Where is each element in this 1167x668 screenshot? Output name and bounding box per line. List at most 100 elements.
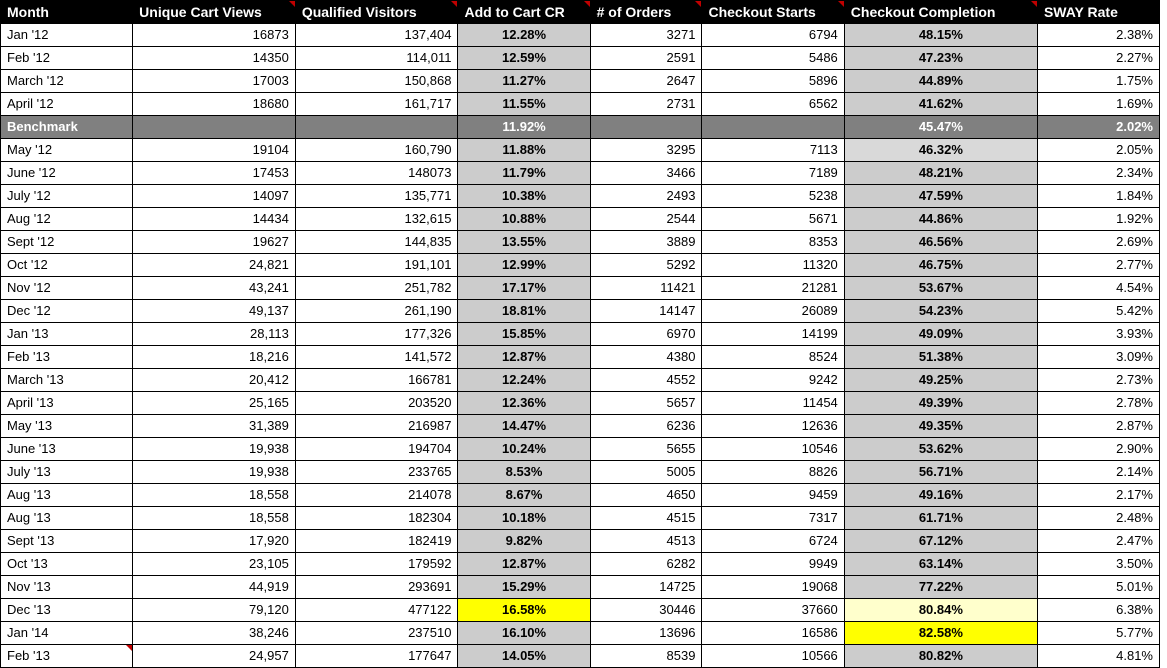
table-row: Aug '1214434132,61510.88%2544567144.86%1…: [1, 208, 1160, 231]
cell: 4552: [590, 369, 702, 392]
cell: 49.16%: [844, 484, 1037, 507]
comment-indicator-icon: [289, 1, 295, 7]
cell: 214078: [295, 484, 458, 507]
cell: 6562: [702, 93, 844, 116]
cell: 137,404: [295, 24, 458, 47]
cell: 13696: [590, 622, 702, 645]
cell: [590, 116, 702, 139]
cell: 12.28%: [458, 24, 590, 47]
cell: 9.82%: [458, 530, 590, 553]
col-header: Checkout Completion: [844, 1, 1037, 24]
cell: 5.42%: [1037, 300, 1159, 323]
cell: May '13: [1, 415, 133, 438]
cell: 14199: [702, 323, 844, 346]
table-row: Oct '1224,821191,10112.99%52921132046.75…: [1, 254, 1160, 277]
cell: 3295: [590, 139, 702, 162]
cell: 10.88%: [458, 208, 590, 231]
cell: 2544: [590, 208, 702, 231]
cell: 8524: [702, 346, 844, 369]
cell: 48.15%: [844, 24, 1037, 47]
cell: 2493: [590, 185, 702, 208]
table-row: Aug '1318,5582140788.67%4650945949.16%2.…: [1, 484, 1160, 507]
cell: 43,241: [133, 277, 296, 300]
cell: 2.02%: [1037, 116, 1159, 139]
cell: 49.09%: [844, 323, 1037, 346]
cell: 9459: [702, 484, 844, 507]
cell: 15.85%: [458, 323, 590, 346]
table-row: June '1319,93819470410.24%56551054653.62…: [1, 438, 1160, 461]
cell: Feb '13: [1, 346, 133, 369]
cell: July '12: [1, 185, 133, 208]
cell: 23,105: [133, 553, 296, 576]
cell: 6282: [590, 553, 702, 576]
cell: 8.53%: [458, 461, 590, 484]
cell: 19,938: [133, 461, 296, 484]
cell: 14097: [133, 185, 296, 208]
cell: 12636: [702, 415, 844, 438]
cell: 233765: [295, 461, 458, 484]
cell: 148073: [295, 162, 458, 185]
cell: 19068: [702, 576, 844, 599]
cell: 18680: [133, 93, 296, 116]
table-row: Feb '1318,216141,57212.87%4380852451.38%…: [1, 346, 1160, 369]
col-header: # of Orders: [590, 1, 702, 24]
cell: 17003: [133, 70, 296, 93]
header-row: MonthUnique Cart ViewsQualified Visitors…: [1, 1, 1160, 24]
cell: 141,572: [295, 346, 458, 369]
cell: Oct '13: [1, 553, 133, 576]
cell: 16.58%: [458, 599, 590, 622]
table-row: March '1217003150,86811.27%2647589644.89…: [1, 70, 1160, 93]
cell: 2.48%: [1037, 507, 1159, 530]
cell: 261,190: [295, 300, 458, 323]
cell: 79,120: [133, 599, 296, 622]
cell: 11320: [702, 254, 844, 277]
cell: 80.82%: [844, 645, 1037, 668]
cell: 14.47%: [458, 415, 590, 438]
cell: 14725: [590, 576, 702, 599]
cell: 177,326: [295, 323, 458, 346]
cell: 10546: [702, 438, 844, 461]
cell: 2.38%: [1037, 24, 1159, 47]
table-row: June '121745314807311.79%3466718948.21%2…: [1, 162, 1160, 185]
comment-indicator-icon: [126, 645, 132, 651]
cell: 12.87%: [458, 346, 590, 369]
cell: Nov '13: [1, 576, 133, 599]
cell: Dec '13: [1, 599, 133, 622]
cell: 216987: [295, 415, 458, 438]
cell: 9242: [702, 369, 844, 392]
cell: 54.23%: [844, 300, 1037, 323]
cell: 49.25%: [844, 369, 1037, 392]
cell: 47.23%: [844, 47, 1037, 70]
table-row: April '1325,16520352012.36%56571145449.3…: [1, 392, 1160, 415]
cell: Sept '12: [1, 231, 133, 254]
cell: 8826: [702, 461, 844, 484]
cell: 166781: [295, 369, 458, 392]
cell: 14.05%: [458, 645, 590, 668]
cell: 1.75%: [1037, 70, 1159, 93]
cell: 179592: [295, 553, 458, 576]
table-row: Jan '1328,113177,32615.85%69701419949.09…: [1, 323, 1160, 346]
cell: 3.50%: [1037, 553, 1159, 576]
cell: 24,957: [133, 645, 296, 668]
cell: 237510: [295, 622, 458, 645]
cell: 3889: [590, 231, 702, 254]
cell: 5005: [590, 461, 702, 484]
cell: June '13: [1, 438, 133, 461]
cell: 80.84%: [844, 599, 1037, 622]
cell: 17,920: [133, 530, 296, 553]
cell: 5.77%: [1037, 622, 1159, 645]
cell: 2.17%: [1037, 484, 1159, 507]
cell: 28,113: [133, 323, 296, 346]
cell: 194704: [295, 438, 458, 461]
cell: 44,919: [133, 576, 296, 599]
cell: 18,558: [133, 507, 296, 530]
comment-indicator-icon: [451, 1, 457, 7]
cell: 114,011: [295, 47, 458, 70]
col-header: Qualified Visitors: [295, 1, 458, 24]
col-header: Add to Cart CR: [458, 1, 590, 24]
cell: 3.09%: [1037, 346, 1159, 369]
cell: 3271: [590, 24, 702, 47]
cell: 14147: [590, 300, 702, 323]
table-body: Jan '1216873137,40412.28%3271679448.15%2…: [1, 24, 1160, 668]
cell: Jan '12: [1, 24, 133, 47]
